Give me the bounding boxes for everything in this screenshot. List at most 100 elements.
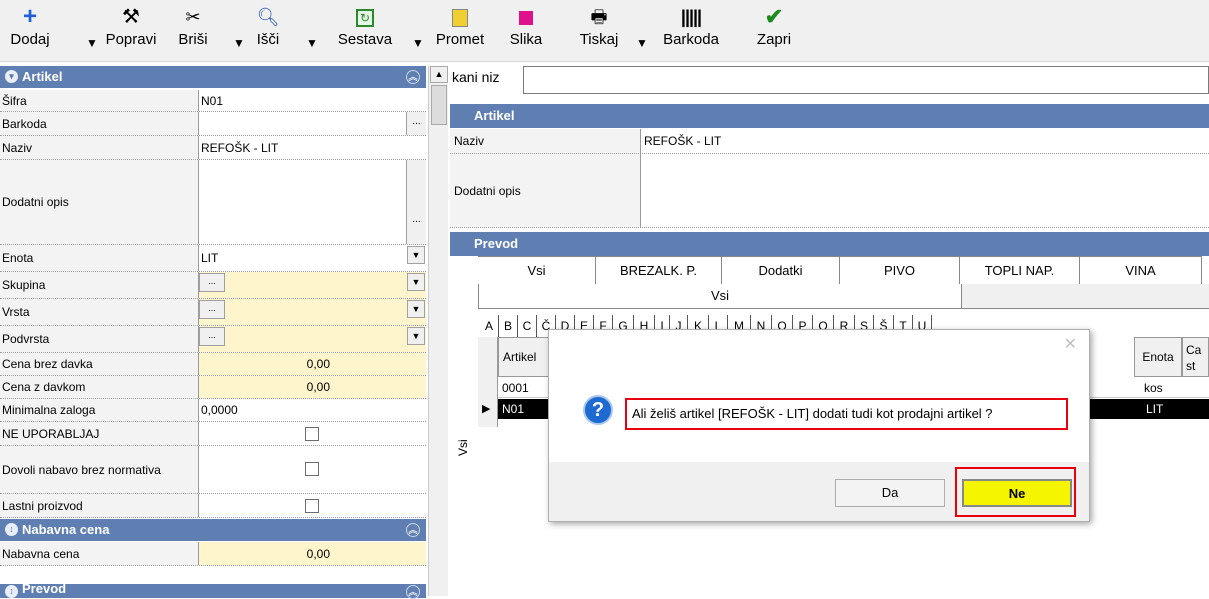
field-nabavna-cena: Nabavna cena 0,00: [0, 542, 426, 566]
composition-button[interactable]: ↻ Sestava: [330, 4, 400, 60]
barcode-button[interactable]: ||||| Barkoda: [652, 4, 730, 60]
tab-brezalk[interactable]: BREZALK. P.: [596, 256, 722, 284]
field-dodatni-opis: Dodatni opis: [450, 154, 1209, 228]
chevron-up-icon[interactable]: ︽: [406, 585, 420, 599]
ellipsis-button[interactable]: ...: [406, 112, 426, 135]
print-button[interactable]: 🖶 Tiskaj: [573, 4, 625, 60]
section-header-artikel[interactable]: Artikel: [450, 104, 1209, 128]
cena-brez-davka-input[interactable]: 0,00: [199, 353, 426, 375]
field-barkoda: Barkoda ...: [0, 112, 426, 136]
letter-tab[interactable]: A: [480, 315, 499, 337]
field-label: Cena z davkom: [0, 376, 199, 398]
vertical-scrollbar[interactable]: ▲: [428, 66, 448, 596]
magnifier-icon: 🔍︎: [256, 7, 280, 27]
ellipsis-button[interactable]: ...: [199, 300, 225, 319]
field-label: Podvrsta: [0, 326, 199, 352]
field-label: Naziv: [450, 129, 641, 153]
field-naziv: Naziv REFOŠK - LIT: [450, 129, 1209, 154]
printer-icon: 🖶: [590, 7, 608, 27]
field-minimalna-zaloga: Minimalna zaloga 0,0000: [0, 399, 426, 422]
field-label: Minimalna zaloga: [0, 399, 199, 421]
field-enota: Enota LIT ▼: [0, 245, 426, 272]
cena-z-davkom-input[interactable]: 0,00: [199, 376, 426, 398]
field-label: Enota: [0, 245, 199, 271]
close-icon[interactable]: ✕: [1064, 334, 1077, 354]
barkoda-input[interactable]: ...: [199, 112, 426, 135]
field-label: Barkoda: [0, 112, 199, 135]
minimalna-zaloga-input[interactable]: 0,0000: [199, 399, 426, 421]
field-vrsta: Vrsta ... ▼: [0, 299, 426, 326]
chevron-up-icon[interactable]: ︽: [406, 523, 420, 537]
tab-dodatki[interactable]: Dodatki: [722, 256, 840, 284]
traffic-button[interactable]: Promet: [430, 4, 490, 60]
hammer-icon: ⚒: [122, 6, 140, 28]
confirm-dialog: ✕ ? Ali želiš artikel [REFOŠK - LIT] dod…: [548, 329, 1090, 522]
ne-uporabljaj-checkbox[interactable]: [305, 427, 319, 441]
traffic-icon: [430, 4, 490, 30]
scissors-icon: ✂: [185, 7, 201, 27]
property-panel: ▾ Artikel ︽ Šifra N01 Barkoda ... Naziv …: [0, 66, 426, 599]
edit-button[interactable]: ⚒ Popravi: [95, 4, 167, 60]
tab-vsi[interactable]: Vsi: [478, 256, 596, 284]
column-header-enota[interactable]: Enota: [1134, 337, 1182, 377]
chevron-down-icon[interactable]: ▼: [407, 273, 425, 291]
subtab-vsi[interactable]: Vsi: [478, 284, 962, 309]
chevron-down-icon[interactable]: ▼: [407, 246, 425, 264]
field-podvrsta: Podvrsta ... ▼: [0, 326, 426, 353]
field-dovoli-nabavo: Dovoli nabavo brez normativa: [0, 446, 426, 494]
close-button[interactable]: ✔ Zapri: [752, 4, 796, 60]
enota-select[interactable]: LIT ▼: [199, 245, 426, 271]
sifra-input[interactable]: N01: [199, 90, 426, 111]
dodatni-opis-value[interactable]: [644, 154, 1209, 227]
delete-button[interactable]: ✂ Briši: [168, 4, 218, 60]
search-input[interactable]: [523, 66, 1209, 94]
no-button[interactable]: Ne: [962, 479, 1072, 507]
column-header-cena[interactable]: Ca st: [1182, 337, 1209, 377]
field-label: NE UPORABLJAJ: [0, 422, 199, 445]
add-button[interactable]: + Dodaj: [4, 4, 56, 60]
chevron-up-icon[interactable]: ︽: [406, 70, 420, 84]
scroll-thumb[interactable]: [431, 85, 447, 125]
ellipsis-button[interactable]: ...: [199, 327, 225, 346]
skupina-select[interactable]: ... ▼: [199, 272, 426, 298]
scroll-up-arrow[interactable]: ▲: [430, 66, 448, 83]
field-label: Naziv: [0, 136, 199, 159]
field-sifra: Šifra N01: [0, 90, 426, 112]
search-button[interactable]: 🔍︎ Išči: [246, 4, 290, 60]
field-cena-brez-davka: Cena brez davka 0,00: [0, 353, 426, 376]
dialog-message: Ali želiš artikel [REFOŠK - LIT] dodati …: [625, 398, 1068, 430]
field-dodatni-opis: Dodatni opis ...: [0, 160, 426, 245]
category-tabs: Vsi BREZALK. P. Dodatki PIVO TOPLI NAP. …: [478, 256, 1209, 284]
field-label: Dodatni opis: [450, 154, 641, 227]
chevron-down-icon[interactable]: ▼: [407, 327, 425, 345]
field-label: Skupina: [0, 272, 199, 298]
vrsta-select[interactable]: ... ▼: [199, 299, 426, 325]
section-header-nabavna-cena[interactable]: ↕ Nabavna cena ︽: [0, 519, 426, 541]
chevron-down-icon[interactable]: ▼: [407, 300, 425, 318]
ellipsis-button[interactable]: ...: [199, 273, 225, 292]
dovoli-nabavo-checkbox[interactable]: [305, 462, 319, 476]
dodatni-opis-input[interactable]: ...: [199, 160, 426, 244]
sort-icon: ↕: [5, 523, 18, 536]
section-header-prevod[interactable]: Prevod: [450, 232, 1209, 256]
naziv-value[interactable]: REFOŠK - LIT: [644, 129, 1209, 153]
tab-vina[interactable]: VINA: [1080, 256, 1202, 284]
current-row-arrow-icon: ▶: [482, 403, 491, 415]
barcode-icon: |||||: [680, 7, 702, 27]
tab-pivo[interactable]: PIVO: [840, 256, 960, 284]
plus-icon: +: [22, 3, 37, 30]
yes-button[interactable]: Da: [835, 479, 945, 507]
letter-tab[interactable]: C: [518, 315, 537, 337]
side-tab-vsi[interactable]: Vsi: [456, 426, 470, 456]
image-button[interactable]: Slika: [503, 4, 549, 60]
nabavna-cena-input[interactable]: 0,00: [199, 542, 426, 565]
ellipsis-button[interactable]: ...: [406, 160, 426, 244]
naziv-input[interactable]: REFOŠK - LIT: [199, 136, 426, 159]
letter-tab[interactable]: B: [499, 315, 518, 337]
composition-icon: ↻: [330, 4, 400, 30]
lastni-proizvod-checkbox[interactable]: [305, 499, 319, 513]
tab-topli-nap[interactable]: TOPLI NAP.: [960, 256, 1080, 284]
section-header-artikel[interactable]: ▾ Artikel ︽: [0, 66, 426, 88]
podvrsta-select[interactable]: ... ▼: [199, 326, 426, 352]
collapse-icon: ▾: [5, 70, 18, 83]
